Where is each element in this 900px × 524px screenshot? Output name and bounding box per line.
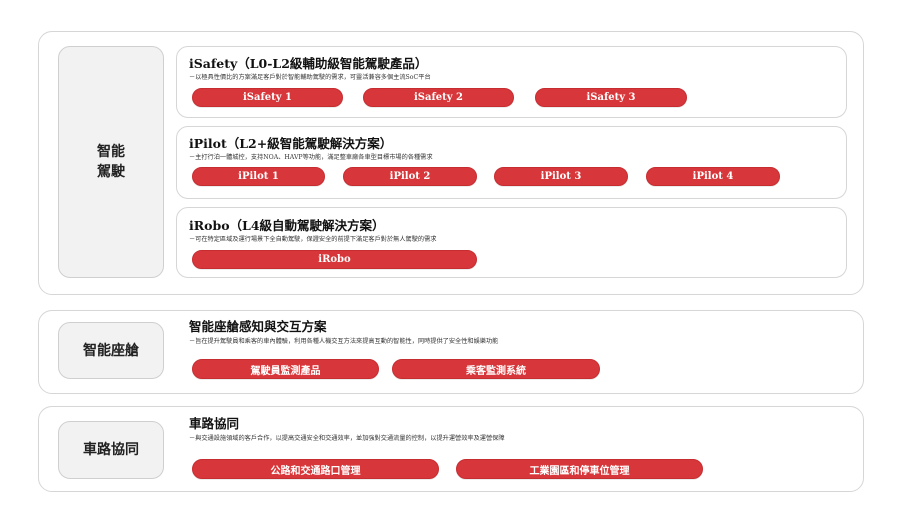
ipilot-description: －主打行泊一體城控，支持NOA、HAVP等功能，滿足整車廠各車型目標市場的各種需… xyxy=(189,154,433,161)
v2x-title: 車路協同 xyxy=(189,416,240,431)
isafety-description: －以極具性價比的方案滿足客戶對於智能輔助駕駛的需求，可靈活兼容多個主流SoC平台 xyxy=(189,74,431,81)
industrial-parking-button[interactable]: 工業園區和停車位管理 xyxy=(456,459,703,479)
ipilot-title: iPilot（L2+級智能駕駛解決方案） xyxy=(189,136,393,151)
cockpit-title: 智能座艙感知與交互方案 xyxy=(189,319,327,334)
cockpit-label: 智能座艙 xyxy=(58,322,164,379)
ipilot-2-button[interactable]: iPilot 2 xyxy=(343,167,477,186)
ipilot-3-button[interactable]: iPilot 3 xyxy=(494,167,628,186)
cockpit-description: －旨在提升駕駛員和乘客的車內體驗，利用各種人機交互方法來提高互動的智能性，同時提… xyxy=(189,338,499,345)
driver-monitoring-button[interactable]: 駕駛員監測產品 xyxy=(192,359,379,379)
road-intersection-button[interactable]: 公路和交通路口管理 xyxy=(192,459,439,479)
passenger-monitoring-button[interactable]: 乘客監測系統 xyxy=(392,359,600,379)
v2x-label: 車路協同 xyxy=(58,421,164,479)
ipilot-1-button[interactable]: iPilot 1 xyxy=(192,167,325,186)
ipilot-4-button[interactable]: iPilot 4 xyxy=(646,167,780,186)
isafety-1-button[interactable]: iSafety 1 xyxy=(192,88,343,107)
v2x-description: －與交通設施領域的客戶合作，以提高交通安全和交通效率，並加強對交通流量的控制，以… xyxy=(189,435,505,442)
irobo-button[interactable]: iRobo xyxy=(192,250,477,269)
isafety-2-button[interactable]: iSafety 2 xyxy=(363,88,514,107)
irobo-description: －可在特定區域及運行場景下全自動駕駛，保證安全的前提下滿足客戶對於無人駕駛的需求 xyxy=(189,236,437,243)
autonomous-driving-label-line1: 智能 xyxy=(97,144,125,160)
isafety-title: iSafety（L0-L2級輔助級智能駕駛產品） xyxy=(189,56,428,71)
autonomous-driving-label-line2: 駕駛 xyxy=(97,164,125,180)
irobo-title: iRobo（L4級自動駕駛解決方案） xyxy=(189,218,385,233)
isafety-3-button[interactable]: iSafety 3 xyxy=(535,88,687,107)
autonomous-driving-label: 智能 駕駛 xyxy=(58,46,164,278)
